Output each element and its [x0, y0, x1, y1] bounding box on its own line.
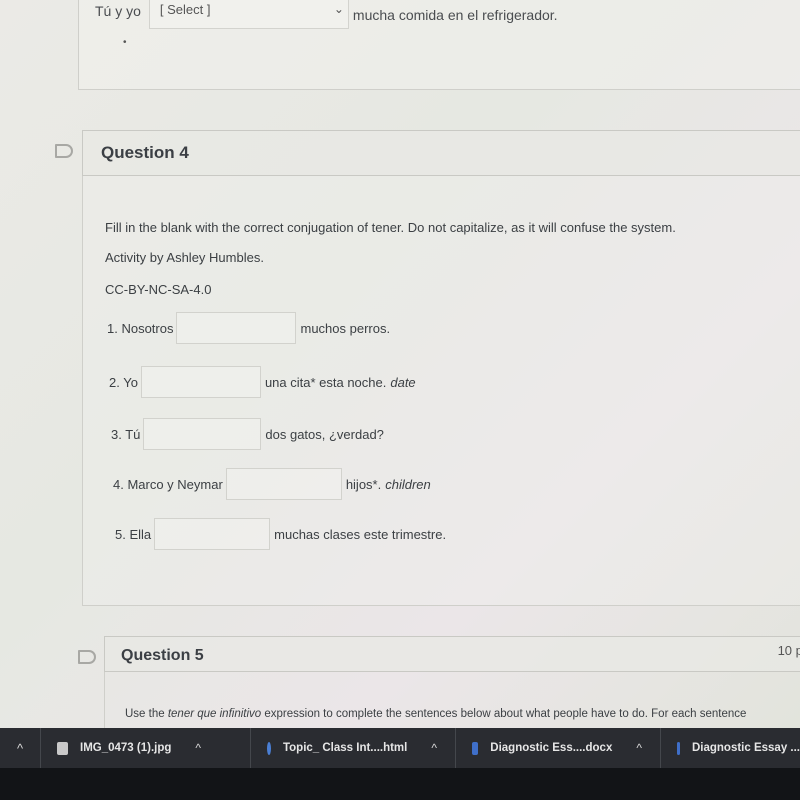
html-file-icon [267, 741, 271, 755]
fill-blank-item-3: 3. Tú dos gatos, ¿verdad? [111, 418, 384, 450]
item-suffix: muchos perros. [300, 320, 391, 336]
question-4-title: Question 4 [101, 143, 189, 162]
question-3-card: Tú y yo [ Select ] ⌄ mucha comida en el … [78, 0, 800, 90]
item-prefix: 2. Yo [109, 374, 138, 390]
question-4-header: Question 4 [82, 130, 800, 176]
answer-input-5[interactable] [154, 518, 271, 550]
item-suffix: muchas clases este trimestre. [274, 526, 447, 542]
question-5-instruction: Use the tener que infinitivo expression … [125, 708, 746, 720]
download-item[interactable]: Diagnostic Essay ... [660, 728, 800, 768]
item-gloss: date [390, 374, 416, 390]
flag-question-4-icon[interactable] [55, 144, 73, 158]
question-4-body: Fill in the blank with the correct conju… [82, 176, 800, 606]
answer-input-4[interactable] [225, 468, 342, 500]
word-file-icon [472, 741, 479, 755]
answer-input-1[interactable] [176, 312, 297, 344]
fill-blank-item-1: 1. Nosotros muchos perros. [107, 312, 390, 344]
question-5-header: Question 5 10 pts [104, 636, 800, 672]
question-3-sentence-end: mucha comida en el refrigerador. [352, 7, 558, 23]
question-5-title: Question 5 [121, 647, 204, 664]
bullet-dot: • [123, 37, 127, 48]
question-3-subject: Tú y yo [95, 3, 141, 19]
item-prefix: 5. Ella [115, 526, 152, 542]
download-name: Topic_ Class Int....html [282, 742, 408, 754]
download-item[interactable]: Topic_ Class Int....html ^ [250, 728, 455, 768]
chevron-up-icon[interactable]: ^ [0, 741, 40, 756]
quiz-page: Tú y yo [ Select ] ⌄ mucha comida en el … [0, 0, 800, 742]
item-prefix: 1. Nosotros [107, 320, 174, 336]
question-4-instruction: Fill in the blank with the correct conju… [105, 220, 676, 235]
image-file-icon [57, 741, 68, 755]
instruction-italic: tener que infinitivo [167, 708, 262, 720]
word-file-icon [677, 741, 680, 755]
select-placeholder: [ Select ] [159, 2, 211, 17]
item-suffix: hijos*. [345, 476, 382, 492]
download-item[interactable]: IMG_0473 (1).jpg ^ [40, 728, 250, 768]
fill-blank-item-2: 2. Yo una cita* esta noche. date [109, 366, 416, 398]
flag-question-5-icon[interactable] [78, 650, 96, 664]
instruction-text: expression to complete the sentences bel… [261, 708, 747, 720]
chevron-up-icon[interactable]: ^ [431, 741, 437, 755]
answer-input-3[interactable] [143, 418, 262, 450]
item-suffix: una cita* esta noche. [264, 374, 387, 390]
chevron-up-icon[interactable]: ^ [636, 741, 642, 755]
downloads-bar: ^ IMG_0473 (1).jpg ^ Topic_ Class Int...… [0, 728, 800, 768]
screen-bezel [0, 768, 800, 800]
download-name: Diagnostic Essay ... [691, 742, 800, 754]
download-item[interactable]: Diagnostic Ess....docx ^ [455, 728, 660, 768]
download-name: IMG_0473 (1).jpg [80, 742, 172, 754]
item-prefix: 4. Marco y Neymar [113, 476, 223, 492]
instruction-text: Use the [125, 708, 168, 720]
item-prefix: 3. Tú [111, 426, 141, 442]
question-3-sentence: Tú y yo [ Select ] ⌄ mucha comida en el … [95, 0, 558, 29]
question-4-license: CC-BY-NC-SA-4.0 [105, 282, 212, 297]
answer-input-2[interactable] [140, 366, 261, 398]
item-gloss: children [385, 476, 431, 492]
chevron-up-icon[interactable]: ^ [195, 741, 201, 755]
item-suffix: dos gatos, ¿verdad? [265, 426, 384, 442]
question-5-points: 10 pts [777, 643, 800, 658]
chevron-down-icon: ⌄ [333, 2, 344, 16]
question-3-select[interactable]: [ Select ] ⌄ [148, 0, 349, 29]
question-4-attribution: Activity by Ashley Humbles. [105, 250, 264, 265]
fill-blank-item-5: 5. Ella muchas clases este trimestre. [115, 518, 446, 550]
fill-blank-item-4: 4. Marco y Neymar hijos*. children [113, 468, 431, 500]
download-name: Diagnostic Ess....docx [490, 742, 613, 754]
